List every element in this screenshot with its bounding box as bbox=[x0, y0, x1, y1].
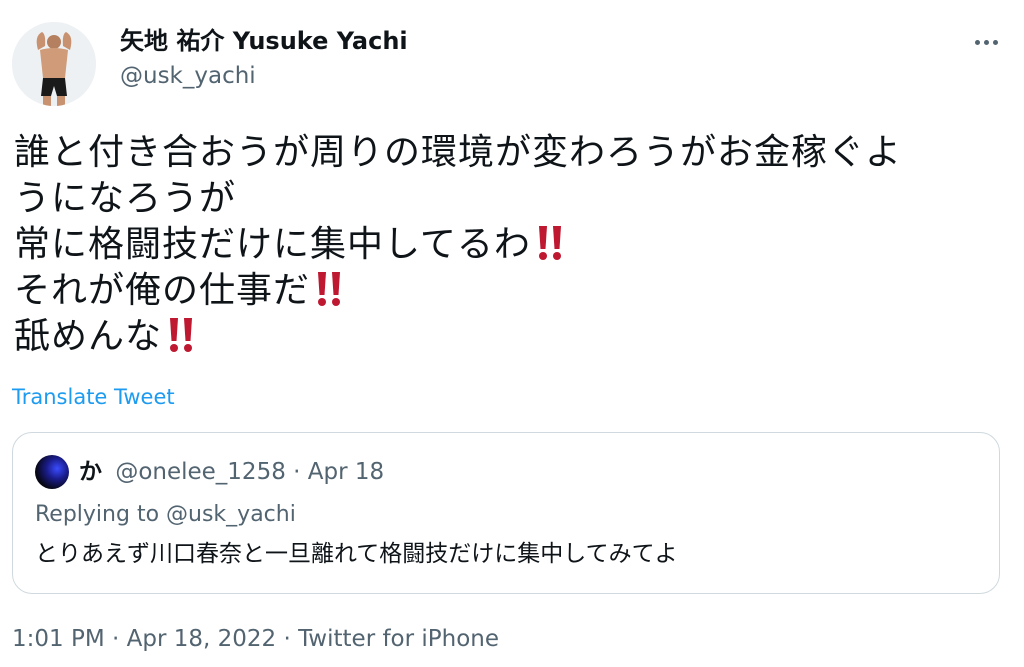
quote-date[interactable]: · Apr 18 bbox=[293, 459, 384, 485]
quote-replying-to: Replying to @usk_yachi bbox=[35, 501, 296, 529]
tweet-line-text: 誰と付き合おうが周りの環境が変わろうがお金稼ぐよ bbox=[14, 132, 903, 173]
double-exclamation-icon bbox=[170, 318, 193, 352]
tweet-line-text: うになろうが bbox=[14, 178, 237, 219]
translate-tweet-link[interactable]: Translate Tweet bbox=[12, 384, 175, 410]
tweet-line-text: それが俺の仕事だ bbox=[14, 270, 311, 311]
more-dot-icon bbox=[983, 39, 989, 45]
tweet-text-line: うになろうが bbox=[14, 176, 1004, 222]
tweet-line-text: 舐めんな bbox=[14, 316, 163, 357]
user-handle[interactable]: @usk_yachi bbox=[120, 62, 256, 90]
tweet-text: 誰と付き合おうが周りの環境が変わろうがお金稼ぐよ うになろうが常に格闘技だけに集中… bbox=[14, 130, 1004, 360]
double-exclamation-icon bbox=[538, 226, 561, 260]
quote-avatar[interactable] bbox=[35, 455, 69, 489]
quoted-tweet-card[interactable]: か @onelee_1258 · Apr 18 Replying to @usk… bbox=[12, 432, 1000, 594]
more-dot-icon bbox=[974, 39, 980, 45]
replying-prefix: Replying to bbox=[35, 502, 160, 527]
tweet-timestamp[interactable]: 1:01 PM · Apr 18, 2022 · Twitter for iPh… bbox=[12, 624, 499, 654]
profile-photo-icon bbox=[12, 22, 96, 106]
tweet-text-line: 誰と付き合おうが周りの環境が変わろうがお金稼ぐよ bbox=[14, 130, 1004, 176]
avatar[interactable] bbox=[12, 22, 96, 106]
tweet-text-line: それが俺の仕事だ bbox=[14, 268, 1004, 314]
tweet-text-line: 舐めんな bbox=[14, 314, 1004, 360]
more-options-button[interactable] bbox=[968, 28, 1004, 56]
tweet-text-line: 常に格闘技だけに集中してるわ bbox=[14, 222, 1004, 268]
display-name[interactable]: 矢地 祐介 Yusuke Yachi bbox=[120, 26, 408, 56]
tweet-container: 矢地 祐介 Yusuke Yachi @usk_yachi 誰と付き合おうが周り… bbox=[0, 0, 1024, 667]
double-exclamation-icon bbox=[318, 272, 341, 306]
quote-display-name[interactable]: か bbox=[79, 459, 102, 485]
replying-handle-link[interactable]: @usk_yachi bbox=[166, 502, 296, 527]
quote-handle[interactable]: @onelee_1258 bbox=[115, 459, 286, 485]
more-dot-icon bbox=[992, 39, 998, 45]
quote-text: とりあえず川口春奈と一旦離れて格闘技だけに集中してみてよ bbox=[35, 541, 678, 567]
tweet-line-text: 常に格闘技だけに集中してるわ bbox=[14, 224, 531, 265]
quote-header: か @onelee_1258 · Apr 18 bbox=[79, 457, 384, 487]
